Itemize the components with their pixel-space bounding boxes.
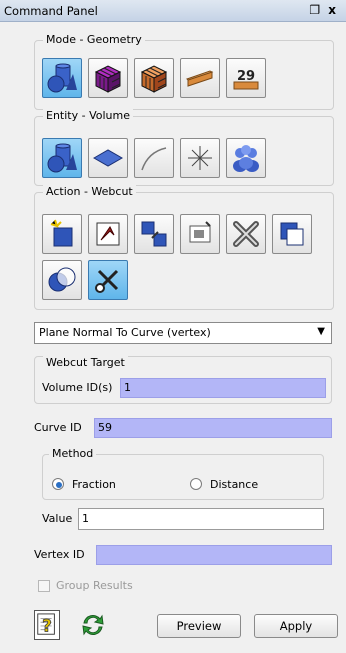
surface-entity-button[interactable] [88,138,128,178]
geometry-icon [47,63,77,93]
webcut-remove-button[interactable] [226,214,266,254]
curve-icon [141,147,167,171]
webcut-intersect-button[interactable] [42,260,82,300]
webcut-cylinder-button[interactable] [180,214,220,254]
mesh-mode-button[interactable] [88,58,128,98]
number-block-icon: 29 [233,69,259,90]
group-results-label: Group Results [56,579,133,592]
mode-legend: Mode - Geometry [43,33,145,46]
help-button[interactable]: ? [34,610,60,640]
vertex-icon [188,146,212,170]
chevron-down-icon: ▼ [317,326,325,337]
volume-id-field[interactable]: 1 [120,378,326,398]
geometry-mode-button[interactable] [42,58,82,98]
preview-button[interactable]: Preview [157,614,241,638]
float-close-icon[interactable]: ❐ x [309,3,338,17]
volume-icon [47,143,77,173]
plank-icon [186,70,214,87]
scissors-x-icon [95,269,119,293]
distance-label: Distance [210,478,259,491]
overlap-box-icon [280,222,304,246]
remove-x-icon [233,221,259,247]
webcut-plane-button[interactable] [88,214,128,254]
tool-cut-icon [189,221,211,243]
webcut-sheet-button[interactable] [134,214,174,254]
method-group: Method [42,447,324,500]
fraction-radio[interactable] [52,478,64,490]
refresh-button[interactable] [80,612,106,638]
numbering-mode-button[interactable]: 29 [226,58,266,98]
sheet-cut-icon [141,221,167,247]
panel-titlebar: Command Panel ❐ x [0,0,346,22]
vertex-id-label: Vertex ID [34,548,85,561]
help-question-icon: ? [37,613,55,636]
entity-legend: Entity - Volume [43,109,133,122]
group-people-icon [233,145,259,172]
webcut-target-legend: Webcut Target [43,356,128,369]
hex-mesh-mode-button[interactable] [134,58,174,98]
apply-button[interactable]: Apply [254,614,338,638]
value-field[interactable]: 1 [78,508,324,530]
group-results-checkbox[interactable] [38,580,50,592]
webcut-brick-button[interactable] [272,214,312,254]
svg-text:?: ? [42,616,52,635]
intersect-circles-icon [48,267,76,292]
new-volume-icon [50,219,73,247]
hex-cube-icon [140,65,168,93]
refresh-arrows-icon [82,614,104,636]
webcut-loop-button[interactable] [88,260,128,300]
curve-entity-button[interactable] [134,138,174,178]
webcut-create-button[interactable] [42,214,82,254]
volume-id-label: Volume ID(s) [42,381,113,394]
group-entity-button[interactable] [226,138,266,178]
webcut-method-value: Plane Normal To Curve (vertex) [39,326,211,339]
vertex-id-field[interactable] [96,545,332,565]
volume-entity-button[interactable] [42,138,82,178]
method-legend: Method [49,447,97,460]
plane-cut-icon [96,222,120,246]
curve-id-label: Curve ID [34,421,82,434]
svg-text:29: 29 [237,69,255,84]
boundary-mode-button[interactable] [180,58,220,98]
value-label: Value [42,512,73,525]
surface-icon [92,149,124,167]
curve-id-field[interactable]: 59 [94,418,332,438]
fraction-label: Fraction [72,478,116,491]
panel-title: Command Panel [4,4,98,18]
distance-radio[interactable] [190,478,202,490]
action-legend: Action - Webcut [43,185,136,198]
mesh-cube-icon [94,65,122,93]
vertex-entity-button[interactable] [180,138,220,178]
webcut-method-select[interactable]: Plane Normal To Curve (vertex) ▼ [34,322,332,344]
